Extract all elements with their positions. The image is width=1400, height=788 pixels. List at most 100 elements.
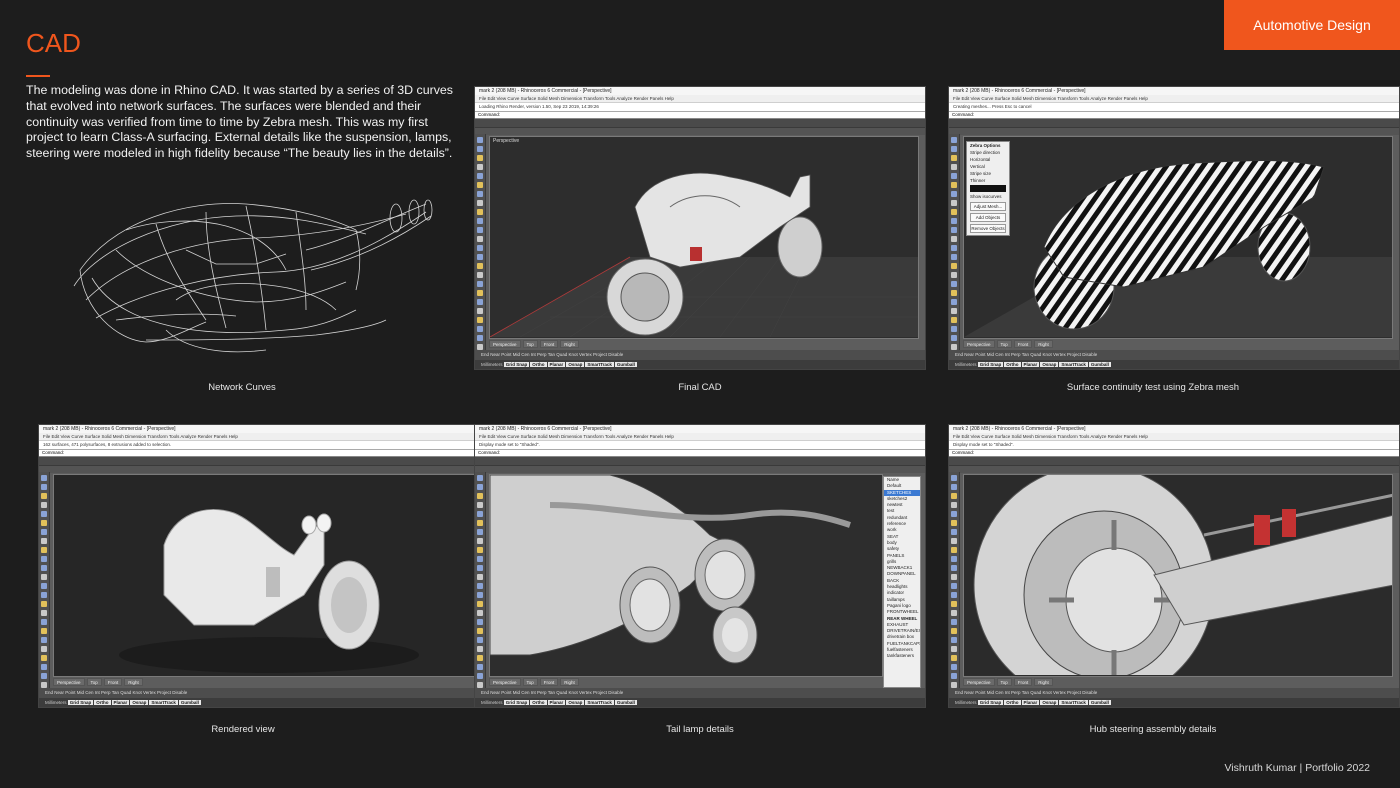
perspective-viewport[interactable]: [489, 474, 883, 677]
tab-front[interactable]: Front: [539, 678, 559, 686]
toolbar-tabs[interactable]: [39, 457, 489, 466]
planar-button[interactable]: Planar: [111, 700, 130, 705]
osnap-button[interactable]: Osnap: [1040, 362, 1059, 367]
gumball-button[interactable]: Gumball: [178, 700, 201, 705]
toolbar-icons[interactable]: [949, 128, 1399, 135]
toolbar-icons[interactable]: [475, 128, 925, 135]
gumball-button[interactable]: Gumball: [614, 362, 637, 367]
viewport-tabs[interactable]: Perspective Top Front Right: [963, 678, 1053, 686]
osnap-bar[interactable]: End Near Point Mid Cen Int Perp Tan Quad…: [949, 688, 1399, 698]
layer-item[interactable]: tankfasteners: [884, 653, 920, 659]
left-toolbar[interactable]: [475, 134, 486, 359]
toolbar-icons[interactable]: [475, 466, 925, 473]
add-objects-button[interactable]: Add Objects: [970, 213, 1006, 222]
vertical-radio[interactable]: Vertical: [967, 163, 1009, 170]
command-prompt[interactable]: Command:: [475, 111, 925, 119]
perspective-viewport[interactable]: Zebra Options Stripe direction Horizonta…: [963, 136, 1393, 339]
perspective-viewport[interactable]: [963, 474, 1393, 677]
tab-top[interactable]: Top: [522, 340, 538, 348]
remove-objects-button[interactable]: Remove Objects: [970, 224, 1006, 233]
gumball-button[interactable]: Gumball: [614, 700, 637, 705]
menu-bar[interactable]: File Edit View Curve Surface Solid Mesh …: [39, 433, 489, 441]
tab-perspective[interactable]: Perspective: [489, 678, 521, 686]
tab-top[interactable]: Top: [996, 340, 1012, 348]
layer-item[interactable]: DOWNPANEL: [884, 571, 920, 577]
toolbar-tabs[interactable]: [949, 457, 1399, 466]
command-prompt[interactable]: Command:: [475, 449, 925, 457]
toolbar-tabs[interactable]: [475, 119, 925, 128]
layer-item[interactable]: REAR WHEEL: [884, 616, 920, 622]
menu-bar[interactable]: File Edit View Curve Surface Solid Mesh …: [949, 95, 1399, 103]
left-toolbar[interactable]: [475, 472, 486, 697]
planar-button[interactable]: Planar: [547, 362, 566, 367]
osnap-bar[interactable]: End Near Point Mid Cen Int Perp Tan Quad…: [475, 688, 925, 698]
grid-snap-button[interactable]: Grid Snap: [67, 700, 94, 705]
tab-front[interactable]: Front: [1013, 340, 1033, 348]
tab-front[interactable]: Front: [1013, 678, 1033, 686]
grid-snap-button[interactable]: Grid Snap: [977, 362, 1004, 367]
left-toolbar[interactable]: [39, 472, 50, 697]
smarttrack-button[interactable]: SmartTrack: [1059, 700, 1088, 705]
planar-button[interactable]: Planar: [1021, 362, 1040, 367]
gumball-button[interactable]: Gumball: [1088, 362, 1111, 367]
tab-perspective[interactable]: Perspective: [489, 340, 521, 348]
menu-bar[interactable]: File Edit View Curve Surface Solid Mesh …: [949, 433, 1399, 441]
grid-snap-button[interactable]: Grid Snap: [503, 362, 530, 367]
tab-right[interactable]: Right: [124, 678, 143, 686]
tab-right[interactable]: Right: [560, 678, 579, 686]
smarttrack-button[interactable]: SmartTrack: [585, 700, 614, 705]
left-toolbar[interactable]: [949, 472, 960, 697]
left-toolbar[interactable]: [949, 134, 960, 359]
command-prompt[interactable]: Command:: [39, 449, 489, 457]
command-prompt[interactable]: Command:: [949, 449, 1399, 457]
tab-front[interactable]: Front: [539, 340, 559, 348]
osnap-bar[interactable]: End Near Point Mid Cen Int Perp Tan Quad…: [475, 350, 925, 360]
ortho-button[interactable]: Ortho: [530, 362, 547, 367]
osnap-button[interactable]: Osnap: [566, 362, 585, 367]
osnap-bar[interactable]: End Near Point Mid Cen Int Perp Tan Quad…: [39, 688, 489, 698]
viewport-tabs[interactable]: Perspective Top Front Right: [53, 678, 143, 686]
viewport-tabs[interactable]: Perspective Top Front Right: [963, 340, 1053, 348]
rendered-viewport[interactable]: [53, 474, 483, 677]
toolbar-tabs[interactable]: [949, 119, 1399, 128]
toolbar-icons[interactable]: [39, 466, 489, 473]
osnap-button[interactable]: Osnap: [566, 700, 585, 705]
tab-right[interactable]: Right: [560, 340, 579, 348]
ortho-button[interactable]: Ortho: [530, 700, 547, 705]
menu-bar[interactable]: File Edit View Curve Surface Solid Mesh …: [475, 433, 925, 441]
layers-panel[interactable]: Name Default SKETCHES sketches2 newtest …: [883, 476, 921, 688]
stripe-color-swatch[interactable]: [970, 185, 1006, 192]
tab-top[interactable]: Top: [522, 678, 538, 686]
ortho-button[interactable]: Ortho: [94, 700, 111, 705]
ortho-button[interactable]: Ortho: [1004, 700, 1021, 705]
toolbar-tabs[interactable]: [475, 457, 925, 466]
tab-perspective[interactable]: Perspective: [963, 340, 995, 348]
planar-button[interactable]: Planar: [1021, 700, 1040, 705]
planar-button[interactable]: Planar: [547, 700, 566, 705]
horizontal-radio[interactable]: Horizontal: [967, 156, 1009, 163]
osnap-button[interactable]: Osnap: [1040, 700, 1059, 705]
tab-right[interactable]: Right: [1034, 340, 1053, 348]
tab-right[interactable]: Right: [1034, 678, 1053, 686]
tab-top[interactable]: Top: [86, 678, 102, 686]
zebra-options-dialog[interactable]: Zebra Options Stripe direction Horizonta…: [966, 141, 1010, 236]
layer-item[interactable]: FRONTWHEEL: [884, 609, 920, 615]
adjust-mesh-button[interactable]: Adjust Mesh...: [970, 202, 1006, 211]
osnap-button[interactable]: Osnap: [130, 700, 149, 705]
tab-front[interactable]: Front: [103, 678, 123, 686]
viewport-tabs[interactable]: Perspective Top Front Right: [489, 340, 579, 348]
tab-top[interactable]: Top: [996, 678, 1012, 686]
smarttrack-button[interactable]: SmartTrack: [585, 362, 614, 367]
smarttrack-button[interactable]: SmartTrack: [149, 700, 178, 705]
show-isocurves-checkbox[interactable]: Show isocurves: [967, 193, 1009, 200]
tab-perspective[interactable]: Perspective: [963, 678, 995, 686]
perspective-viewport[interactable]: Perspective: [489, 136, 919, 339]
stripe-size-select[interactable]: Thinner: [967, 177, 1009, 184]
gumball-button[interactable]: Gumball: [1088, 700, 1111, 705]
grid-snap-button[interactable]: Grid Snap: [977, 700, 1004, 705]
menu-bar[interactable]: File Edit View Curve Surface Solid Mesh …: [475, 95, 925, 103]
command-prompt[interactable]: Command:: [949, 111, 1399, 119]
viewport-tabs[interactable]: Perspective Top Front Right: [489, 678, 579, 686]
grid-snap-button[interactable]: Grid Snap: [503, 700, 530, 705]
ortho-button[interactable]: Ortho: [1004, 362, 1021, 367]
